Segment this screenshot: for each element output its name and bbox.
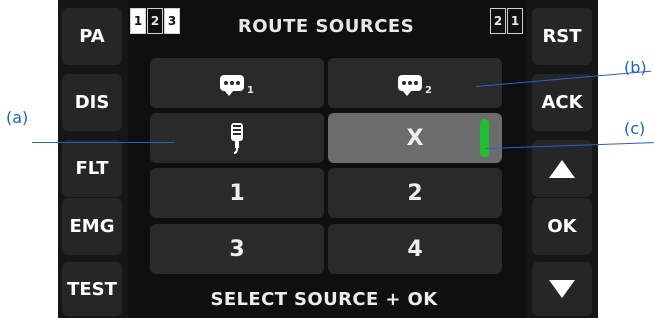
selected-indicator (480, 119, 489, 157)
test-button[interactable]: TEST (62, 262, 122, 316)
source-tile-chat-1[interactable]: 1 (150, 58, 324, 108)
ack-button[interactable]: ACK (532, 74, 592, 131)
tile-1-label: 1 (229, 180, 245, 206)
source-tile-2[interactable]: 2 (328, 168, 502, 218)
tile-3-label: 3 (229, 236, 245, 262)
source-tile-4[interactable]: 4 (328, 224, 502, 274)
ack-label: ACK (541, 92, 583, 113)
instruction-text: SELECT SOURCE + OK (210, 288, 438, 310)
dis-button[interactable]: DIS (62, 74, 122, 131)
tile-4-label: 4 (407, 236, 423, 262)
emg-label: EMG (69, 216, 115, 237)
source-tile-chat-2[interactable]: 2 (328, 58, 502, 108)
speech-bubble-icon (398, 75, 423, 96)
up-button[interactable] (532, 140, 592, 197)
header-left-number-1: 1 (130, 8, 146, 34)
callout-a: (a) (6, 108, 29, 127)
header-left-number-2: 2 (147, 8, 163, 34)
screen-title: ROUTE SOURCES (237, 15, 415, 37)
header-right-number-2: 2 (490, 8, 506, 34)
callout-c: (c) (624, 119, 646, 138)
tile-x-label: X (406, 125, 424, 151)
rst-label: RST (542, 26, 582, 47)
source-tile-microphone[interactable] (150, 113, 324, 163)
header-right-number-1: 1 (507, 8, 523, 34)
up-arrow-icon (549, 159, 575, 178)
flt-label: FLT (75, 158, 109, 179)
flt-button[interactable]: FLT (62, 140, 122, 197)
handheld-microphone-icon (231, 123, 243, 154)
down-arrow-icon (549, 280, 575, 298)
down-button[interactable] (532, 262, 592, 316)
dis-label: DIS (74, 92, 110, 113)
header-left-number-3: 3 (164, 8, 180, 34)
speech-bubble-icon (220, 75, 245, 96)
emg-button[interactable]: EMG (62, 198, 122, 255)
rst-button[interactable]: RST (532, 8, 592, 65)
pa-button[interactable]: PA (62, 8, 122, 65)
pa-label: PA (79, 26, 105, 47)
tile-subscript-2: 2 (425, 84, 432, 96)
source-tile-3[interactable]: 3 (150, 224, 324, 274)
ok-button[interactable]: OK (532, 198, 592, 255)
tile-subscript-1: 1 (247, 84, 254, 96)
tile-2-label: 2 (407, 180, 423, 206)
ok-label: OK (547, 216, 577, 237)
source-tile-x-selected[interactable]: X (328, 113, 502, 163)
source-tile-1[interactable]: 1 (150, 168, 324, 218)
callout-b: (b) (624, 58, 647, 77)
test-label: TEST (67, 278, 117, 300)
callout-a-line (32, 142, 174, 143)
